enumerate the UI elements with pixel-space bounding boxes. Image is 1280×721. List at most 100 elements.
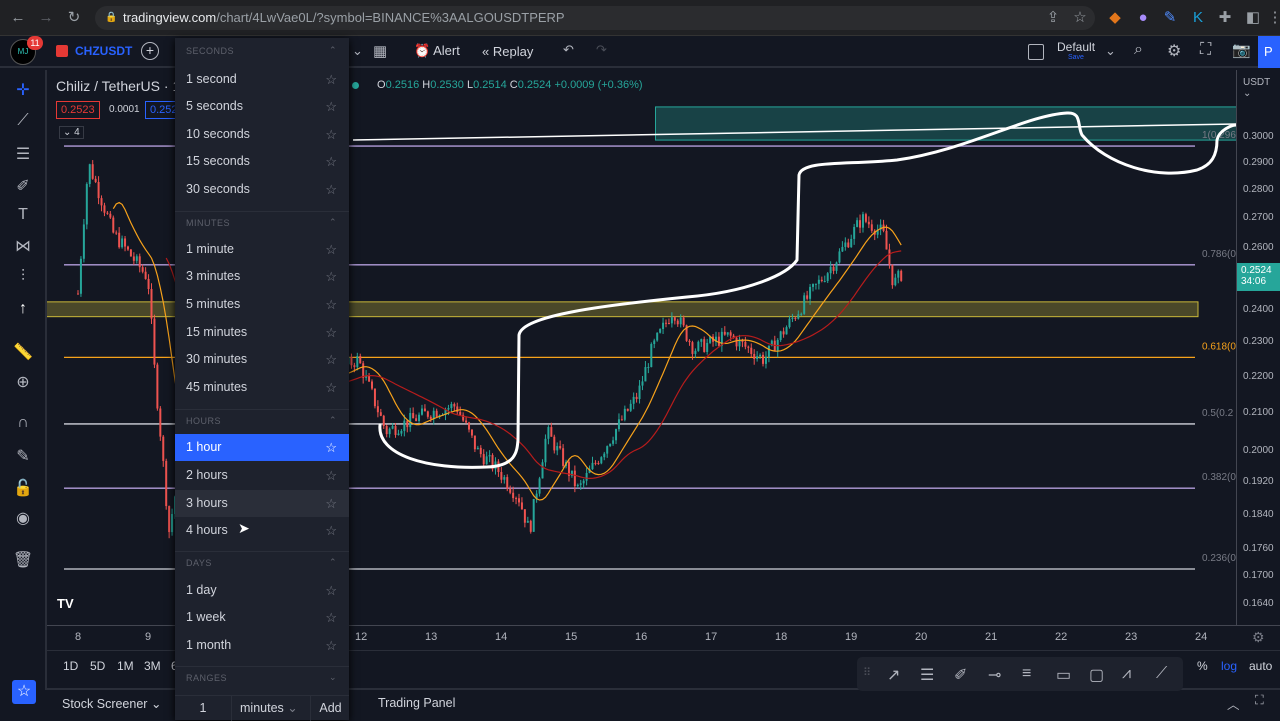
back-icon[interactable]: ←	[8, 8, 28, 28]
replay-button[interactable]: « Replay	[482, 44, 533, 59]
layout-grid-icon[interactable]: ▦	[373, 42, 387, 60]
sell-button[interactable]: 0.2523	[56, 101, 100, 119]
star-icon[interactable]: ☆	[325, 577, 337, 604]
interval-item[interactable]: 30 seconds ☆	[175, 176, 349, 203]
brush-icon[interactable]: ✐	[12, 176, 34, 196]
star-icon[interactable]: ☆	[325, 604, 337, 631]
extension-icon[interactable]: ●	[1133, 8, 1153, 28]
pitchfork-icon[interactable]: ☰	[920, 665, 934, 685]
fib-icon[interactable]: ☰	[12, 144, 34, 164]
interval-item[interactable]: 1 second ☆	[175, 66, 349, 93]
star-icon[interactable]: ☆	[325, 319, 337, 346]
interval-item[interactable]: 3 minutes ☆	[175, 263, 349, 290]
star-icon[interactable]: ☆	[325, 346, 337, 373]
trend-line-icon[interactable]: ⟋	[12, 112, 34, 130]
address-bar[interactable]: 🔒 tradingview.com/chart/4LwVae0L/?symbol=…	[95, 6, 1095, 30]
extension-icon[interactable]: ✎	[1160, 8, 1180, 28]
horizontal-ray-icon[interactable]: ⊸	[988, 665, 1001, 685]
compare-add-icon[interactable]: +	[141, 42, 159, 60]
multi-layout-icon[interactable]	[1028, 44, 1044, 60]
interval-item[interactable]: 1 hour ☆	[175, 434, 349, 461]
drag-handle-icon[interactable]: ⠿	[863, 666, 871, 679]
zoom-icon[interactable]: ⊕	[12, 372, 34, 392]
section-header-hours[interactable]: HOURS ⌃	[175, 409, 349, 433]
sidepanel-icon[interactable]: ◧	[1243, 8, 1263, 28]
star-icon[interactable]: ☆	[325, 263, 337, 290]
line-segment-icon[interactable]: ⟋	[1156, 665, 1167, 683]
currency-selector[interactable]: USDT ⌄	[1243, 77, 1280, 99]
section-header-ranges[interactable]: RANGES ⌄	[175, 666, 349, 690]
symbol-search[interactable]: CHZUSDT	[75, 44, 132, 58]
parallel-lines-icon[interactable]: ≡	[1022, 665, 1031, 683]
prediction-icon[interactable]: ⫶	[12, 268, 34, 286]
interval-item[interactable]: 4 hours ☆	[175, 517, 349, 544]
rectangle-icon[interactable]: ▢	[1089, 665, 1104, 685]
magnet-icon[interactable]: ∩	[12, 414, 34, 432]
extension-k-icon[interactable]: K	[1188, 8, 1208, 28]
indicators-collapse[interactable]: ⌄ 4	[59, 126, 84, 139]
interval-item[interactable]: 10 seconds ☆	[175, 121, 349, 148]
brush-icon[interactable]: ✐	[954, 665, 967, 685]
gear-icon[interactable]: ⚙	[1252, 629, 1265, 646]
star-icon[interactable]: ☆	[325, 121, 337, 148]
chevron-down-icon[interactable]: ⌄	[352, 43, 363, 59]
interval-item[interactable]: 1 month ☆	[175, 632, 349, 659]
range-button[interactable]: 3M	[144, 659, 161, 673]
range-button[interactable]: 5D	[90, 659, 105, 673]
eye-icon[interactable]: ◉	[12, 508, 34, 528]
metamask-extension-icon[interactable]: ◆	[1105, 8, 1125, 28]
star-icon[interactable]: ☆	[325, 374, 337, 401]
ruler-icon[interactable]: 📏	[12, 342, 34, 362]
star-icon[interactable]: ☆	[325, 434, 337, 461]
alert-button[interactable]: ⏰ Alert	[414, 43, 460, 59]
bookmark-star-icon[interactable]: ☆	[1070, 8, 1090, 28]
interval-item[interactable]: 1 week ☆	[175, 604, 349, 631]
search-icon[interactable]: ⌕	[1134, 41, 1143, 59]
log-toggle[interactable]: log	[1221, 659, 1237, 673]
reload-icon[interactable]: ↻	[64, 8, 84, 28]
star-icon[interactable]: ☆	[325, 66, 337, 93]
star-icon[interactable]: ☆	[325, 517, 337, 544]
forward-icon[interactable]: →	[36, 8, 56, 28]
star-icon[interactable]: ☆	[325, 148, 337, 175]
interval-item[interactable]: 2 hours ☆	[175, 462, 349, 489]
interval-item[interactable]: 3 hours ☆	[175, 490, 349, 517]
stock-screener-tab[interactable]: Stock Screener ⌄	[62, 696, 161, 711]
chevron-down-icon[interactable]: ⌄	[1105, 43, 1116, 59]
trading-panel-tab[interactable]: Trading Panel	[378, 696, 455, 710]
gear-icon[interactable]: ⚙	[1167, 41, 1181, 61]
path-icon[interactable]: ⩘	[1122, 665, 1131, 683]
star-icon[interactable]: ☆	[325, 291, 337, 318]
arrow-line-icon[interactable]: ↗	[887, 665, 900, 685]
star-icon[interactable]: ☆	[325, 462, 337, 489]
section-header-minutes[interactable]: MINUTES ⌃	[175, 211, 349, 235]
share-icon[interactable]: ⇪	[1043, 8, 1063, 28]
star-icon[interactable]: ☆	[325, 236, 337, 263]
section-header-seconds[interactable]: SECONDS ⌃	[175, 40, 349, 64]
text-icon[interactable]: T	[12, 206, 34, 224]
undo-icon[interactable]: ↶	[563, 42, 574, 58]
range-button[interactable]: 1D	[63, 659, 78, 673]
interval-item[interactable]: 45 minutes ☆	[175, 374, 349, 401]
watchlist-star-icon[interactable]: ☆	[12, 680, 36, 704]
chevron-up-icon[interactable]: ︿	[1227, 694, 1240, 713]
interval-item[interactable]: 15 minutes ☆	[175, 319, 349, 346]
pattern-icon[interactable]: ⋈	[12, 236, 34, 256]
layout-name[interactable]: Default	[1057, 40, 1095, 54]
extensions-puzzle-icon[interactable]: ✚	[1215, 8, 1235, 28]
maximize-icon[interactable]: ⛶	[1255, 693, 1264, 708]
interval-item[interactable]: 1 minute ☆	[175, 236, 349, 263]
lock-icon[interactable]: 🔓	[12, 478, 34, 498]
custom-interval-value[interactable]: 1	[175, 696, 232, 721]
star-icon[interactable]: ☆	[325, 490, 337, 517]
save-link[interactable]: Save	[1068, 54, 1084, 61]
star-icon[interactable]: ☆	[325, 632, 337, 659]
redo-icon[interactable]: ↷	[596, 42, 607, 58]
star-icon[interactable]: ☆	[325, 176, 337, 203]
fullscreen-icon[interactable]: ⛶	[1200, 41, 1211, 59]
percent-toggle[interactable]: %	[1197, 659, 1208, 673]
camera-icon[interactable]: 📷	[1232, 41, 1251, 59]
publish-button[interactable]: P	[1258, 36, 1280, 68]
arrow-up-icon[interactable]: ↑	[12, 300, 34, 318]
interval-item[interactable]: 1 day ☆	[175, 577, 349, 604]
